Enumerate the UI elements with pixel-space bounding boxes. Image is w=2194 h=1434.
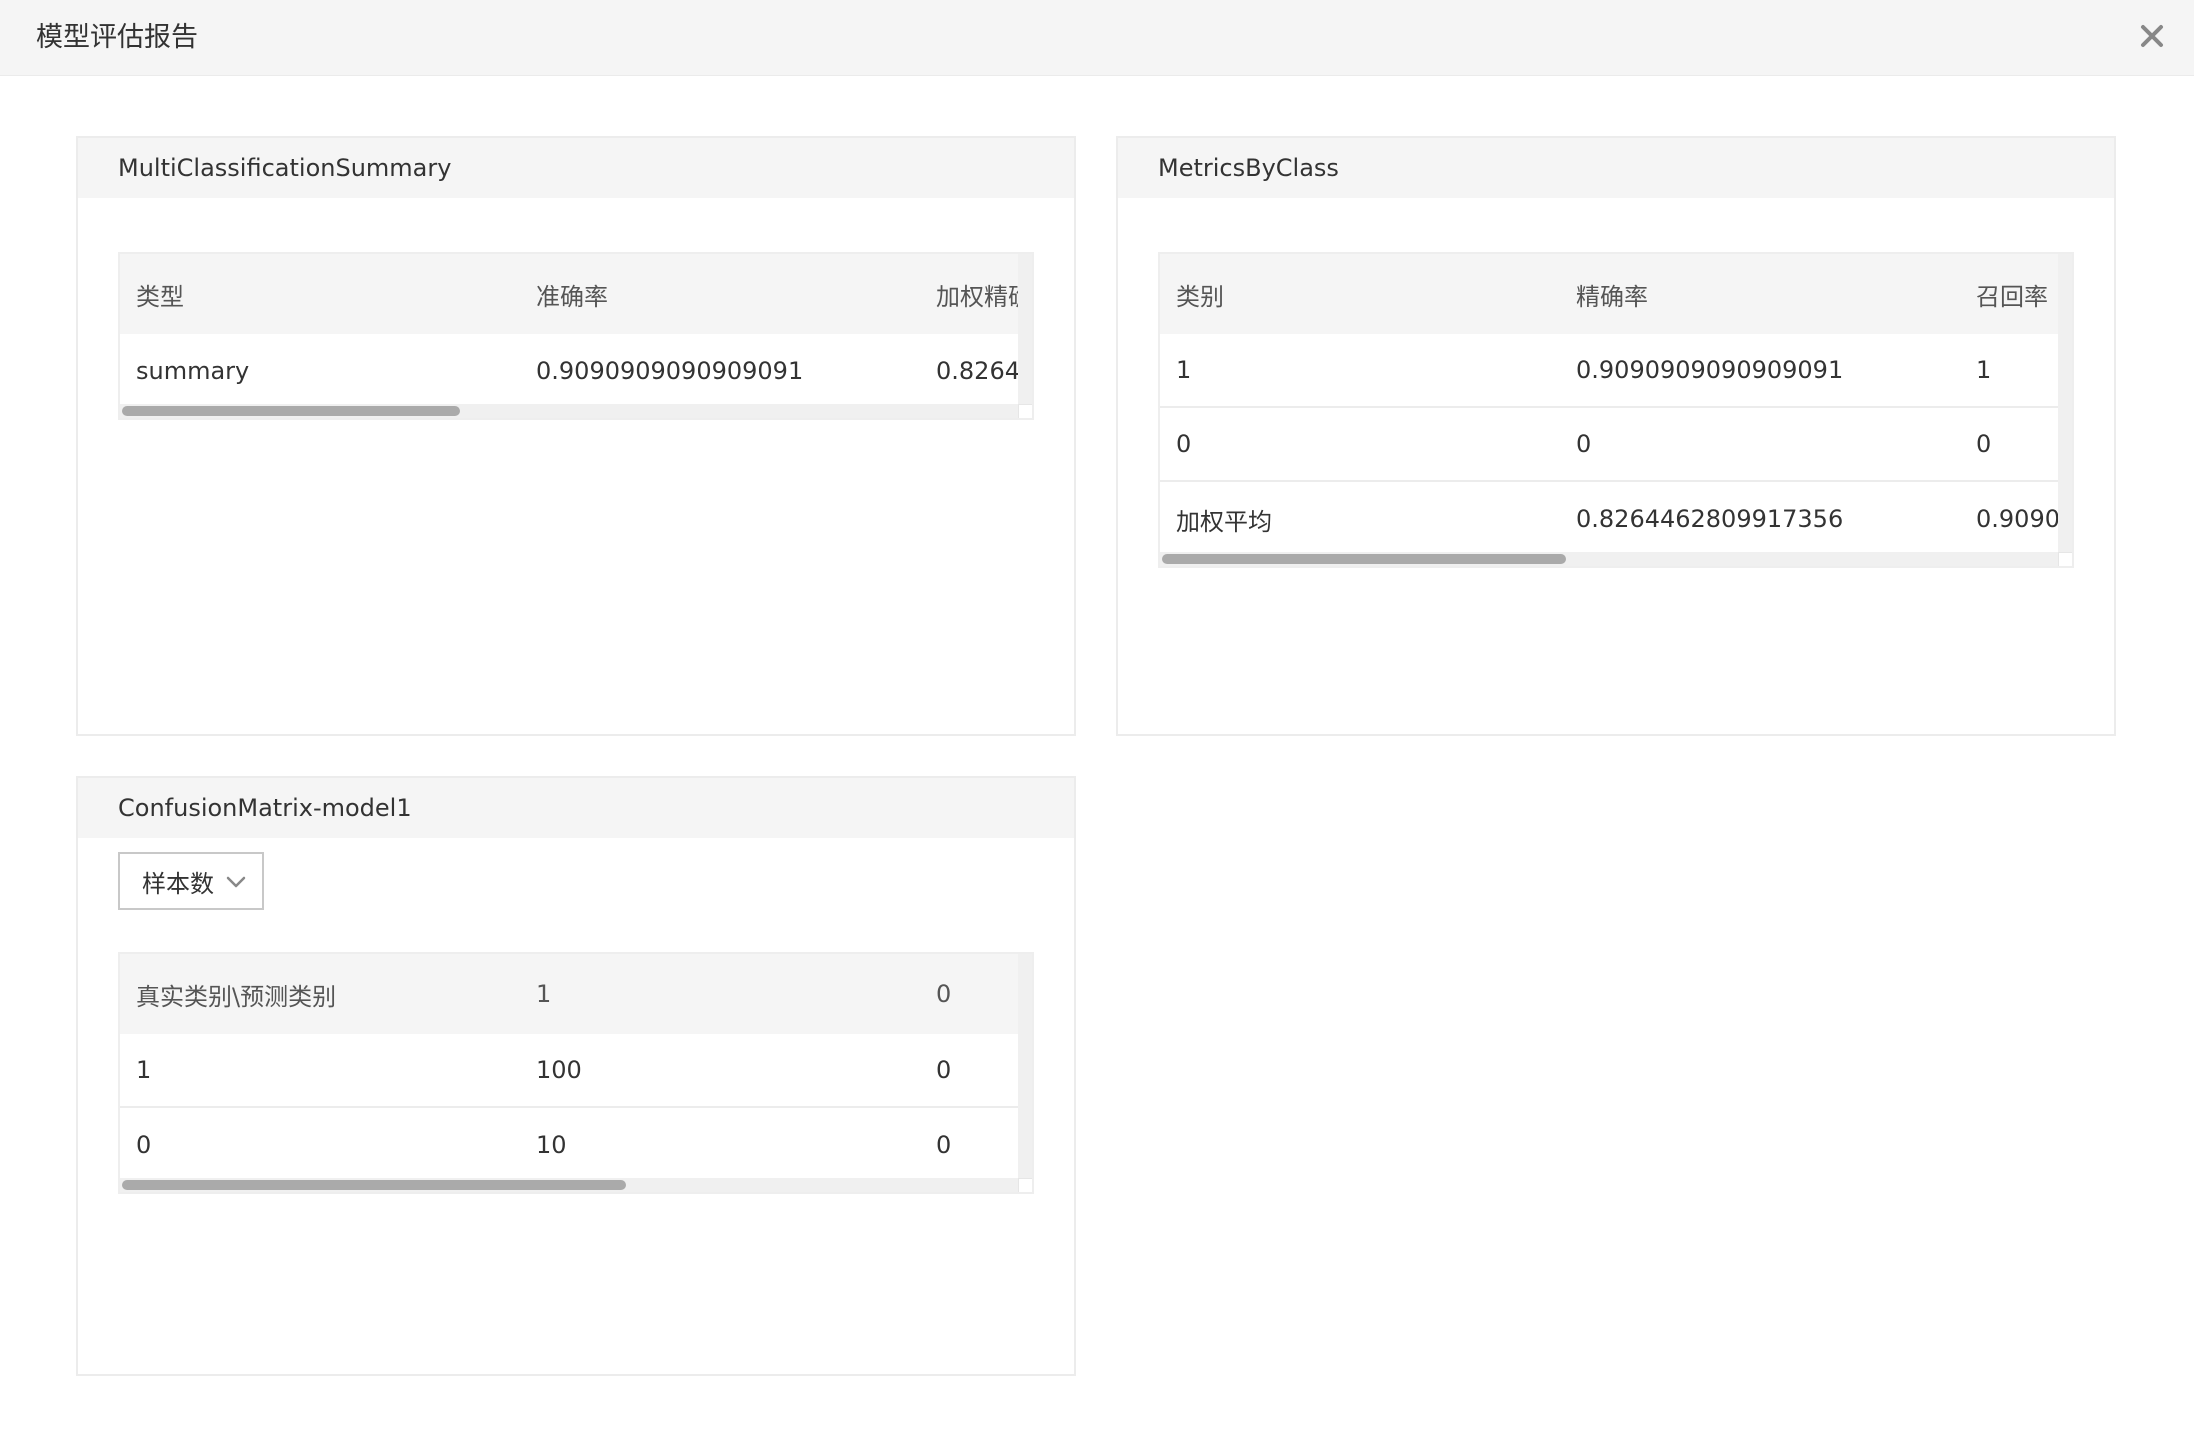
table-row: 0 10 0: [120, 1108, 1018, 1182]
vertical-scrollbar[interactable]: [2058, 254, 2072, 556]
metric-select[interactable]: 样本数: [118, 852, 264, 910]
table-header-row: 真实类别\预测类别 1 0: [120, 954, 1018, 1034]
table-cell: 加权平均: [1176, 507, 1272, 536]
column-header: 真实类别\预测类别: [136, 982, 337, 1011]
table-cell: 1: [1176, 356, 1192, 384]
horizontal-scrollbar[interactable]: [1160, 552, 2058, 566]
modal-title: 模型评估报告: [36, 22, 198, 53]
scrollbar-corner: [2058, 552, 2072, 566]
scrollbar-corner: [1018, 1178, 1032, 1192]
table-cell: 0: [1976, 430, 1992, 458]
table-row: 0 0 0: [1160, 408, 2058, 482]
table-cell: 0.9090: [1976, 505, 2058, 533]
confusion-matrix-panel-header: ConfusionMatrix-model1: [78, 778, 1074, 838]
table-cell: summary: [136, 357, 250, 385]
scrollbar-thumb[interactable]: [1162, 554, 1566, 564]
table-row: 1 0.9090909090909091 1: [1160, 334, 2058, 408]
horizontal-scrollbar[interactable]: [120, 1178, 1018, 1192]
table-cell: 0: [1576, 430, 1592, 458]
scrollbar-corner: [1018, 404, 1032, 418]
column-header: 准确率: [536, 282, 608, 311]
confusion-matrix-table: 真实类别\预测类别 1 0 1 100 0 0 10 0: [118, 952, 1034, 1194]
metrics-panel: MetricsByClass 类别 精确率 召回率 1 0.9090909090…: [1116, 136, 2116, 736]
horizontal-scrollbar[interactable]: [120, 404, 1018, 418]
column-header: 精确率: [1576, 282, 1648, 311]
table-cell: 0.9090909090909091: [1576, 356, 1844, 384]
metric-select-value: 样本数: [142, 869, 214, 898]
close-button[interactable]: [2130, 14, 2174, 58]
confusion-matrix-panel: ConfusionMatrix-model1 样本数 真实类别\预测类别 1 0…: [76, 776, 1076, 1376]
table-cell: 0: [1176, 430, 1192, 458]
metrics-panel-header: MetricsByClass: [1118, 138, 2114, 198]
metrics-panel-title: MetricsByClass: [1158, 154, 1339, 182]
table-row: summary 0.9090909090909091 0.82644628099…: [120, 334, 1018, 408]
column-header: 0: [936, 980, 952, 1008]
summary-panel: MultiClassificationSummary 类型 准确率 加权精确率 …: [76, 136, 1076, 736]
table-header-row: 类别 精确率 召回率: [1160, 254, 2058, 334]
table-header-row: 类型 准确率 加权精确率: [120, 254, 1018, 334]
modal-header: 模型评估报告: [0, 0, 2194, 76]
table-cell: 10: [536, 1131, 567, 1159]
summary-panel-title: MultiClassificationSummary: [118, 154, 452, 182]
scrollbar-thumb[interactable]: [122, 1180, 626, 1190]
column-header: 类别: [1176, 282, 1224, 311]
chevron-down-icon: [226, 876, 246, 888]
table-cell: 0: [136, 1131, 152, 1159]
scrollbar-thumb[interactable]: [122, 406, 460, 416]
table-cell: 0: [936, 1131, 952, 1159]
table-cell: 0: [936, 1056, 952, 1084]
vertical-scrollbar[interactable]: [1018, 254, 1032, 408]
column-header: 类型: [136, 282, 184, 311]
table-cell: 0.8264462809917356: [1576, 505, 1844, 533]
table-cell: 1: [136, 1056, 152, 1084]
summary-table: 类型 准确率 加权精确率 summary 0.9090909090909091 …: [118, 252, 1034, 420]
close-icon: [2141, 25, 2163, 47]
column-header: 加权精确率: [936, 282, 1018, 311]
column-header: 召回率: [1976, 282, 2048, 311]
table-row: 1 100 0: [120, 1034, 1018, 1108]
table-cell: 0.8264462809917356: [936, 357, 1018, 385]
table-row: 加权平均 0.8264462809917356 0.9090: [1160, 482, 2058, 556]
table-cell: 0.9090909090909091: [536, 357, 804, 385]
summary-panel-header: MultiClassificationSummary: [78, 138, 1074, 198]
confusion-matrix-panel-title: ConfusionMatrix-model1: [118, 794, 412, 822]
metrics-table: 类别 精确率 召回率 1 0.9090909090909091 1 0 0 0 …: [1158, 252, 2074, 568]
table-cell: 100: [536, 1056, 582, 1084]
vertical-scrollbar[interactable]: [1018, 954, 1032, 1182]
column-header: 1: [536, 980, 552, 1008]
table-cell: 1: [1976, 356, 1992, 384]
